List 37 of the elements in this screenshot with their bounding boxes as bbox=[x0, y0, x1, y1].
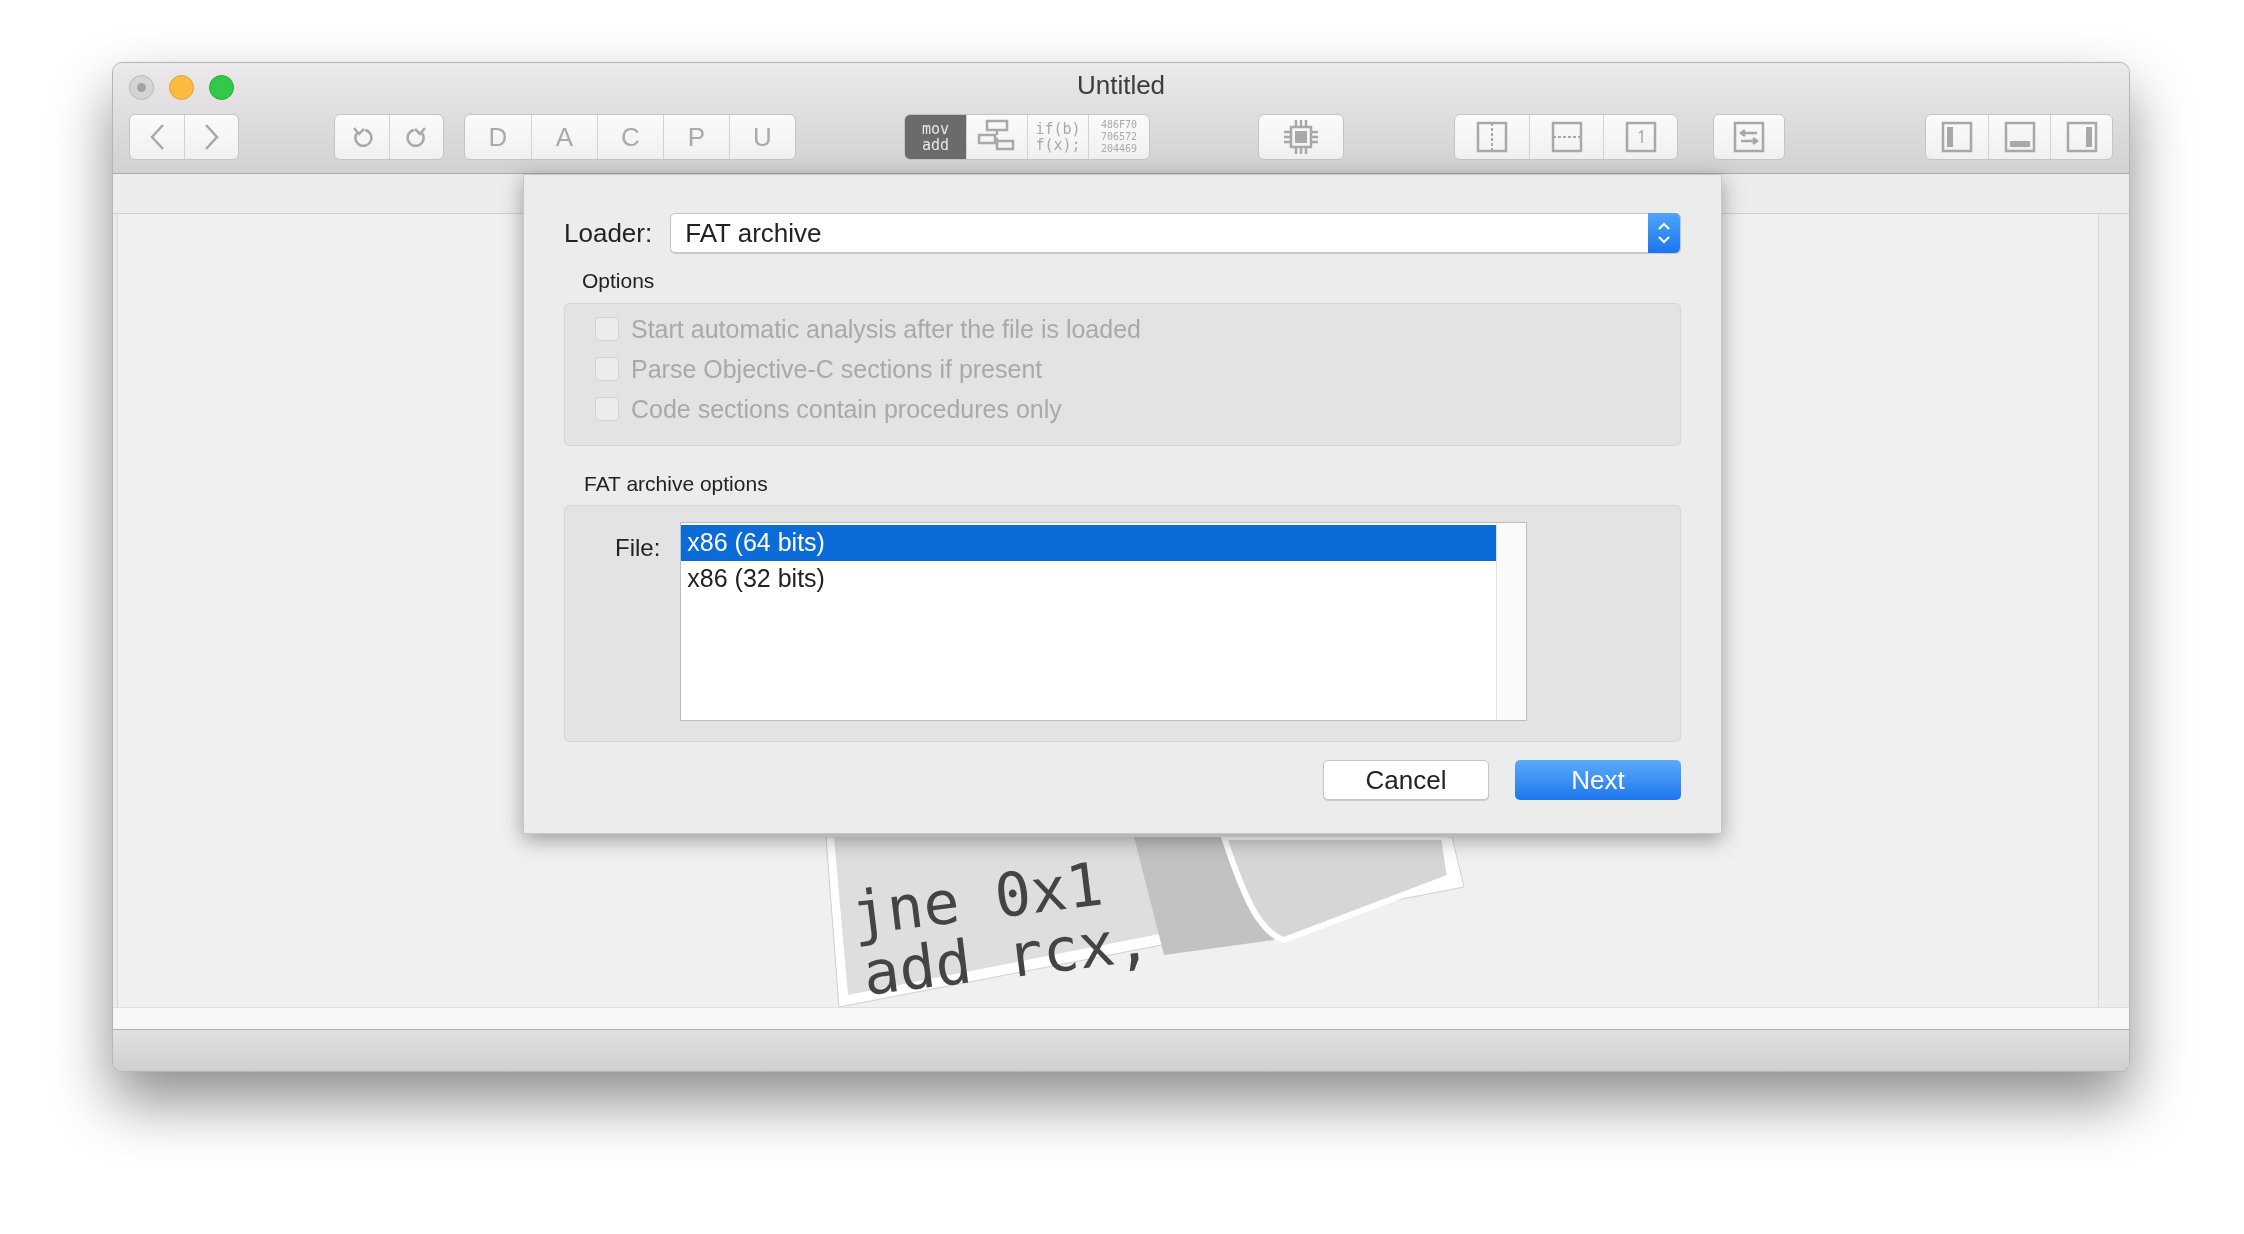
cancel-button[interactable]: Cancel bbox=[1323, 760, 1489, 800]
toolbar-button[interactable]: mov add bbox=[905, 115, 966, 159]
toolbar-button[interactable]: P bbox=[663, 115, 729, 159]
single-view-icon bbox=[1624, 121, 1657, 153]
toolbar-button[interactable]: A bbox=[531, 115, 597, 159]
chip-icon bbox=[1281, 117, 1321, 157]
undo-icon bbox=[351, 125, 373, 149]
split-view-icon bbox=[1550, 121, 1583, 153]
close-button[interactable] bbox=[129, 75, 154, 100]
toolbar-button[interactable]: 486F70 706572 204469 bbox=[1088, 115, 1149, 159]
right-pane-icon bbox=[2065, 121, 2098, 153]
option-label: Code sections contain procedures only bbox=[631, 393, 1062, 424]
swap-icon bbox=[1733, 121, 1765, 153]
window-title: Untitled bbox=[1076, 68, 1166, 102]
left-pane-icon bbox=[1941, 121, 1973, 153]
toolbar-button[interactable]: C bbox=[597, 115, 663, 159]
zoom-button[interactable] bbox=[209, 75, 234, 100]
toolbar-button[interactable]: if(b) f(x); bbox=[1027, 115, 1088, 159]
option-label: Start automatic analysis after the file is loaded bbox=[631, 313, 1141, 344]
split-view-icon bbox=[1476, 121, 1508, 153]
bottom-pane-icon bbox=[2003, 121, 2036, 153]
options-title: Options bbox=[582, 268, 656, 294]
file-label: File: bbox=[615, 533, 661, 563]
file-list-item[interactable]: x86 (32 bits) bbox=[681, 561, 1497, 597]
toolbar-button[interactable]: U bbox=[729, 115, 795, 159]
loader-label: Loader: bbox=[564, 216, 653, 250]
archive-options-title: FAT archive options bbox=[584, 470, 769, 497]
next-button[interactable]: Next bbox=[1515, 760, 1681, 800]
loader-dropdown[interactable]: FAT archive bbox=[670, 213, 1681, 253]
file-list-item[interactable]: x86 (64 bits) bbox=[681, 525, 1497, 561]
dropdown-arrows-icon bbox=[1648, 213, 1680, 253]
toolbar-button[interactable]: D bbox=[465, 115, 531, 159]
minimize-button[interactable] bbox=[169, 75, 194, 100]
back-icon bbox=[149, 123, 165, 151]
redo-icon bbox=[405, 125, 428, 149]
option-label: Parse Objective-C sections if present bbox=[631, 353, 1043, 384]
forward-icon bbox=[203, 123, 220, 151]
